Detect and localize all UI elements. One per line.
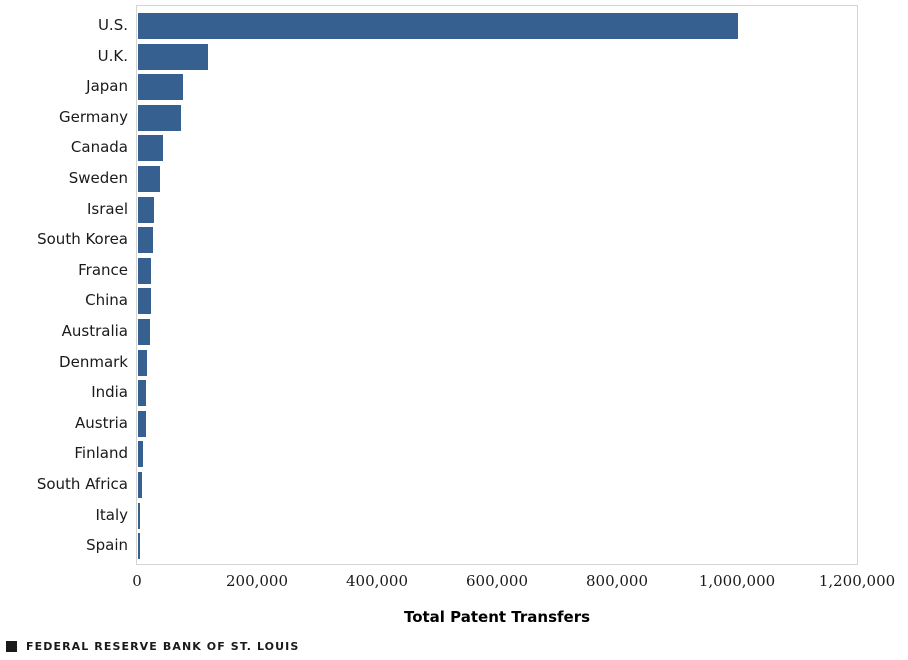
category-label: Canada xyxy=(70,138,128,157)
bar xyxy=(138,43,208,70)
category-label: Australia xyxy=(61,322,128,340)
bar xyxy=(138,227,153,254)
x-axis: 0 200,000 400,000 600,000 800,000 1,000,000 1,… xyxy=(0,566,908,596)
bar xyxy=(138,441,144,468)
category-axis: U.S. U.K. Japan Germany Canada Sweden Israel So… xyxy=(0,0,128,560)
bar xyxy=(138,349,147,376)
x-axis-title: Total Patent Transfers xyxy=(403,608,591,626)
bar-chart: U.S. U.K. Japan Germany Canada Sweden Israel So… xyxy=(0,0,908,660)
category-label: Germany xyxy=(59,107,128,126)
category-label: South Africa xyxy=(36,475,128,493)
category-label: Sweden xyxy=(68,169,128,187)
category-label: South Korea xyxy=(37,230,128,249)
category-label: Finland xyxy=(74,444,128,463)
bar xyxy=(138,288,151,315)
category-label: U.S. xyxy=(97,16,128,34)
bars-container xyxy=(137,6,857,564)
bar xyxy=(138,502,141,529)
x-tick-label: 1,200,000 xyxy=(818,572,896,590)
bar xyxy=(138,472,143,498)
bar xyxy=(138,380,147,407)
footer: FEDERAL RESERVE BANK OF ST. LOUIS xyxy=(6,640,299,653)
bar xyxy=(138,257,152,284)
bar xyxy=(138,533,141,560)
category-label: U.K. xyxy=(97,46,128,65)
bar xyxy=(138,13,738,39)
square-mark-icon xyxy=(6,641,17,652)
x-tick-label: 0 xyxy=(132,572,142,590)
category-label: France xyxy=(78,260,128,279)
category-label: Austria xyxy=(75,413,128,432)
x-tick-label: 400,000 xyxy=(345,572,409,590)
category-label: Denmark xyxy=(59,352,128,371)
category-label: Spain xyxy=(86,536,128,555)
bar xyxy=(138,319,150,345)
x-tick-label: 1,000,000 xyxy=(698,572,776,590)
bar xyxy=(138,104,182,131)
bar xyxy=(138,135,164,162)
category-label: Israel xyxy=(87,199,128,218)
category-label: Italy xyxy=(95,505,128,524)
bar xyxy=(138,166,161,192)
bar xyxy=(138,196,154,223)
category-label: China xyxy=(85,291,128,310)
x-tick-label: 800,000 xyxy=(585,572,649,590)
plot-area xyxy=(136,5,858,565)
x-tick-label: 200,000 xyxy=(225,572,289,590)
category-label: India xyxy=(91,383,128,402)
category-label: Japan xyxy=(86,77,128,96)
x-tick-label: 600,000 xyxy=(465,572,529,590)
bar xyxy=(138,74,183,101)
footer-label: FEDERAL RESERVE BANK OF ST. LOUIS xyxy=(26,640,300,653)
bar xyxy=(138,410,146,437)
